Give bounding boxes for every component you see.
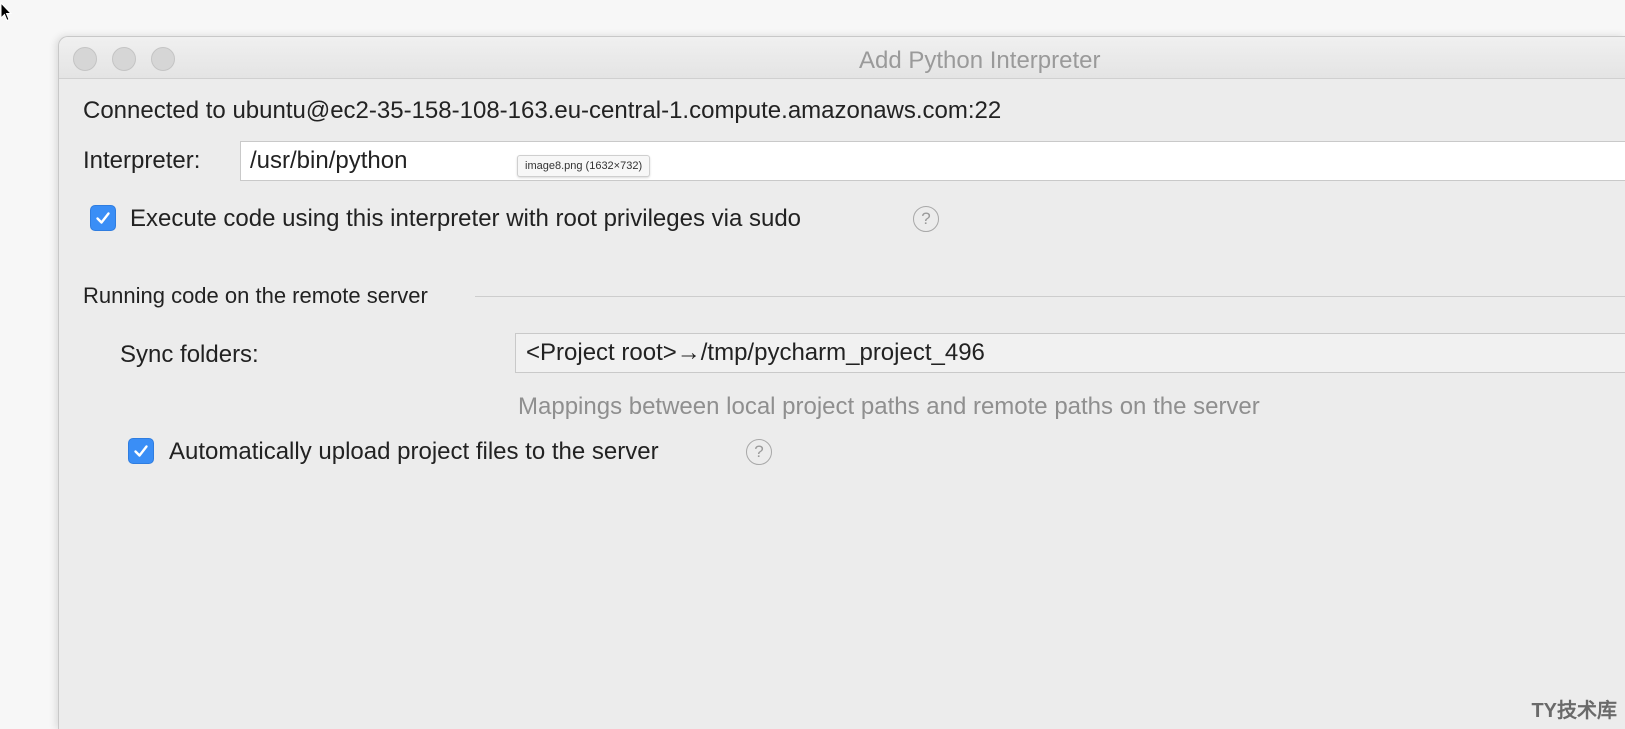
connection-status: Connected to ubuntu@ec2-35-158-108-163.e… — [83, 97, 1002, 124]
mouse-cursor-icon — [0, 2, 13, 22]
minimize-window-button[interactable] — [112, 47, 136, 71]
sudo-checkbox-label[interactable]: Execute code using this interpreter with… — [130, 205, 801, 233]
section-divider — [475, 296, 1625, 297]
sudo-checkbox[interactable] — [90, 205, 116, 231]
interpreter-label: Interpreter: — [83, 147, 201, 174]
title-bar: Add Python Interpreter — [59, 37, 1625, 79]
checkmark-icon — [96, 212, 110, 224]
sync-folders-field[interactable]: <Project root>→/tmp/pycharm_project_496 — [515, 333, 1625, 373]
window-title: Add Python Interpreter — [859, 47, 1101, 74]
auto-upload-checkbox-label[interactable]: Automatically upload project files to th… — [169, 438, 659, 466]
sudo-help-icon[interactable]: ? — [913, 206, 939, 232]
interpreter-path-input[interactable]: /usr/bin/python — [240, 141, 1625, 181]
site-watermark: TY技术库 — [1531, 700, 1617, 722]
checkmark-icon — [134, 445, 148, 457]
image-tooltip: image8.png (1632×732) — [517, 155, 651, 177]
remote-section-title: Running code on the remote server — [83, 283, 428, 308]
zoom-window-button[interactable] — [151, 47, 175, 71]
auto-upload-help-icon[interactable]: ? — [746, 439, 772, 465]
add-python-interpreter-dialog: Add Python Interpreter Connected to ubun… — [58, 36, 1625, 729]
sync-folders-label: Sync folders: — [120, 341, 259, 368]
auto-upload-checkbox[interactable] — [128, 438, 154, 464]
close-window-button[interactable] — [73, 47, 97, 71]
sync-folders-hint: Mappings between local project paths and… — [518, 393, 1260, 420]
